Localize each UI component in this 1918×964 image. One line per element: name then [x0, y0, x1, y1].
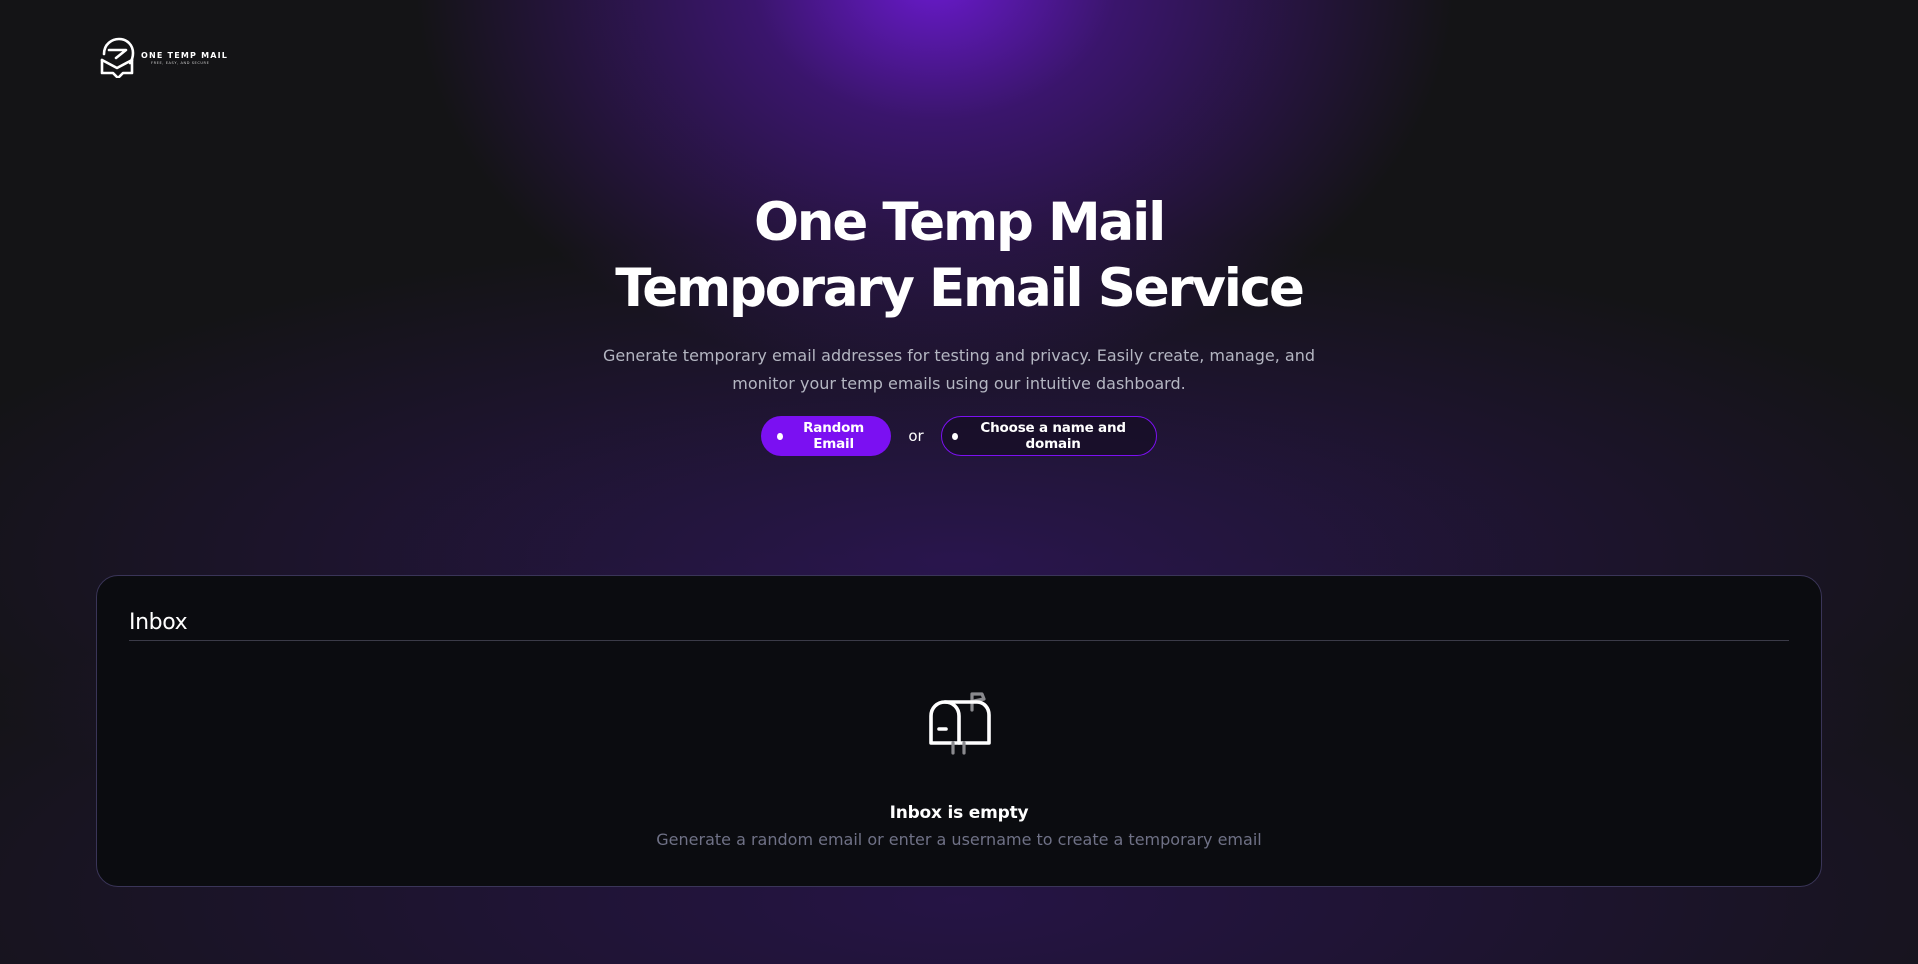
mail-chat-icon — [99, 36, 137, 82]
title-line-1: One Temp Mail — [753, 192, 1166, 253]
inbox-title: Inbox — [129, 610, 188, 635]
logo-tagline: FREE, EASY, AND SECURE — [151, 61, 210, 66]
empty-state-title: Inbox is empty — [889, 803, 1029, 823]
title-line-2: Temporary Email Service — [615, 258, 1305, 319]
random-email-label: Random Email — [803, 420, 865, 452]
logo-text: ONE TEMP MAIL FREE, EASY, AND SECURE — [141, 52, 228, 66]
bullet-dot-icon — [951, 432, 958, 440]
choose-name-domain-label: Choose a name and domain — [980, 420, 1126, 452]
page: ONE TEMP MAIL FREE, EASY, AND SECURE One… — [0, 0, 1918, 964]
or-separator: or — [908, 427, 924, 445]
mailbox-icon — [926, 690, 994, 756]
logo-name: ONE TEMP MAIL — [141, 51, 229, 61]
page-title: One Temp Mail Temporary Email Service — [0, 190, 1918, 322]
inbox-divider — [129, 640, 1789, 641]
hero-actions: Random Email or Choose a name and domain — [0, 416, 1918, 456]
hero-description: Generate temporary email addresses for t… — [602, 346, 1315, 393]
inbox-panel: Inbox Inbox is empty Generate a random e… — [96, 575, 1822, 887]
empty-state-subtitle: Generate a random email or enter a usern… — [656, 830, 1262, 849]
hero-section: One Temp Mail Temporary Email Service Ge… — [0, 190, 1918, 456]
choose-name-domain-button[interactable]: Choose a name and domain — [940, 416, 1157, 456]
bullet-dot-icon — [777, 432, 783, 440]
random-email-button[interactable]: Random Email — [761, 416, 892, 456]
site-logo[interactable]: ONE TEMP MAIL FREE, EASY, AND SECURE — [99, 36, 228, 82]
